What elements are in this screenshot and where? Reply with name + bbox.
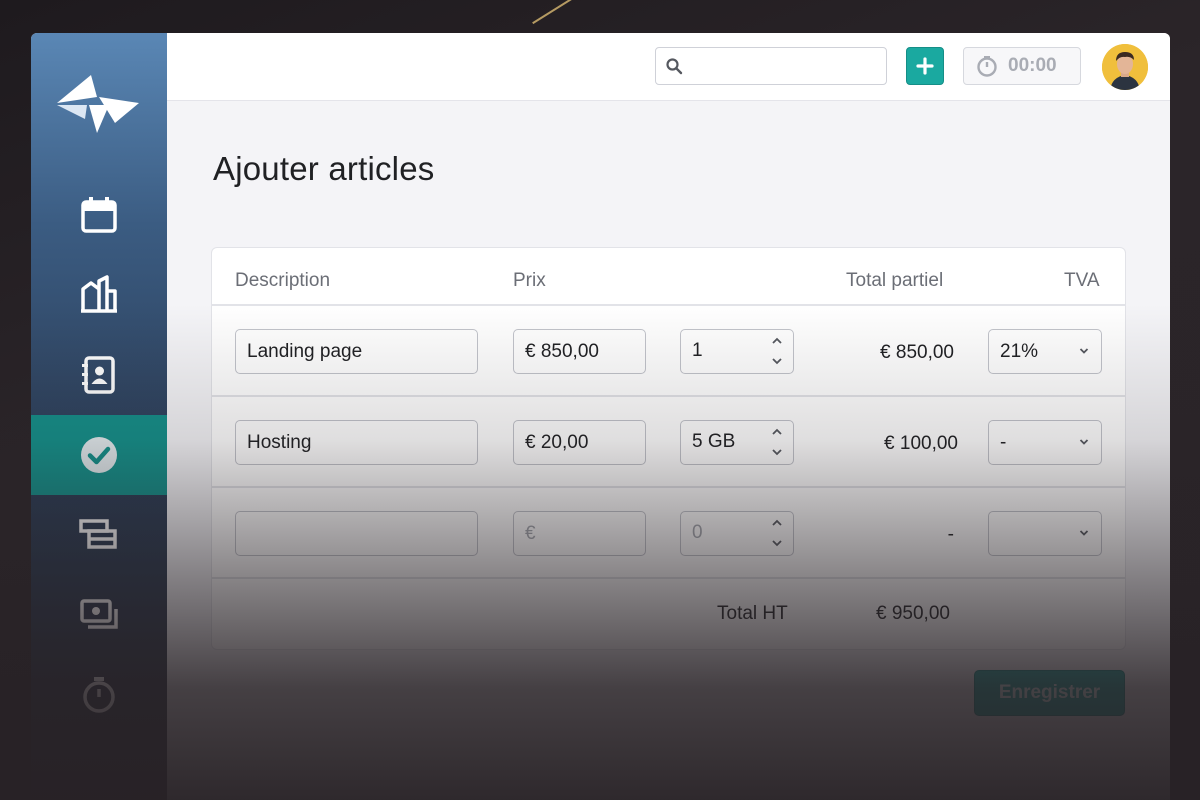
price-field[interactable] bbox=[513, 420, 646, 465]
vat-select[interactable]: - bbox=[988, 420, 1102, 465]
add-button[interactable] bbox=[906, 47, 944, 85]
row-divider bbox=[212, 395, 1125, 397]
app-window: 00:00 Ajouter articles Description Prix … bbox=[31, 33, 1170, 800]
chevron-down-icon bbox=[772, 540, 782, 547]
stopwatch-icon bbox=[83, 677, 115, 713]
buildings-icon bbox=[81, 275, 117, 313]
column-header-description: Description bbox=[235, 270, 331, 291]
quantity-input[interactable] bbox=[681, 421, 761, 463]
chevron-up-icon bbox=[772, 428, 782, 435]
total-label: Total HT bbox=[717, 603, 788, 624]
stopwatch-icon bbox=[977, 56, 997, 77]
description-field[interactable] bbox=[235, 511, 478, 556]
avatar[interactable] bbox=[1102, 44, 1148, 90]
stepper-arrows[interactable] bbox=[771, 337, 783, 365]
column-header-vat: TVA bbox=[1064, 270, 1100, 291]
subtotal-value: € 850,00 bbox=[880, 342, 954, 363]
chevron-down-icon bbox=[1079, 439, 1089, 445]
sidebar bbox=[31, 33, 167, 800]
column-header-price: Prix bbox=[513, 270, 546, 291]
timer-button[interactable]: 00:00 bbox=[963, 47, 1081, 85]
sidebar-item-projects[interactable] bbox=[31, 495, 167, 575]
quantity-input[interactable] bbox=[681, 512, 761, 554]
search-input[interactable] bbox=[690, 54, 880, 78]
chevron-up-icon bbox=[772, 519, 782, 526]
vat-select-value: 21% bbox=[1000, 340, 1039, 362]
subtotal-value: - bbox=[947, 524, 954, 545]
sidebar-item-time[interactable] bbox=[31, 655, 167, 735]
stepper-arrows[interactable] bbox=[771, 519, 783, 547]
search-box[interactable] bbox=[655, 47, 887, 85]
sidebar-item-companies[interactable] bbox=[31, 255, 167, 335]
description-field[interactable] bbox=[235, 420, 478, 465]
sidebar-item-contacts[interactable] bbox=[31, 335, 167, 415]
chevron-down-icon bbox=[772, 358, 782, 365]
contacts-book-icon bbox=[82, 356, 115, 394]
row-divider bbox=[212, 577, 1125, 579]
chevron-down-icon bbox=[1079, 530, 1089, 536]
chevron-down-icon bbox=[1079, 348, 1089, 354]
stacked-cards-icon bbox=[79, 519, 117, 549]
row-divider bbox=[212, 486, 1125, 488]
subtotal-value: € 100,00 bbox=[884, 433, 958, 454]
items-table: Description Prix Total partiel TVA € 850… bbox=[211, 247, 1126, 650]
sidebar-item-calendar[interactable] bbox=[31, 175, 167, 255]
column-header-subtotal: Total partiel bbox=[846, 270, 944, 291]
sidebar-item-tasks[interactable] bbox=[31, 415, 167, 495]
stepper-arrows[interactable] bbox=[771, 428, 783, 456]
money-icon bbox=[80, 599, 118, 629]
save-button[interactable]: Enregistrer bbox=[974, 670, 1125, 716]
chevron-up-icon bbox=[772, 337, 782, 344]
page-title: Ajouter articles bbox=[213, 150, 435, 187]
price-field[interactable] bbox=[513, 329, 646, 374]
quantity-stepper[interactable] bbox=[680, 420, 794, 465]
sidebar-item-invoices[interactable] bbox=[31, 575, 167, 655]
description-field[interactable] bbox=[235, 329, 478, 374]
app-logo-icon[interactable] bbox=[57, 75, 139, 133]
plus-icon bbox=[916, 57, 934, 75]
vat-select[interactable]: 21% bbox=[988, 329, 1102, 374]
chevron-down-icon bbox=[772, 449, 782, 456]
calendar-icon bbox=[81, 197, 117, 233]
timer-value: 00:00 bbox=[1008, 55, 1057, 76]
topbar: 00:00 bbox=[167, 33, 1170, 101]
quantity-input[interactable] bbox=[681, 330, 761, 372]
vat-select-value: - bbox=[1000, 431, 1007, 453]
vat-select[interactable] bbox=[988, 511, 1102, 556]
row-divider bbox=[212, 304, 1125, 306]
search-icon bbox=[666, 58, 683, 75]
quantity-stepper[interactable] bbox=[680, 511, 794, 556]
check-circle-icon bbox=[81, 437, 117, 473]
price-field[interactable] bbox=[513, 511, 646, 556]
user-photo-icon bbox=[1102, 44, 1148, 90]
total-value: € 950,00 bbox=[876, 603, 950, 624]
quantity-stepper[interactable] bbox=[680, 329, 794, 374]
